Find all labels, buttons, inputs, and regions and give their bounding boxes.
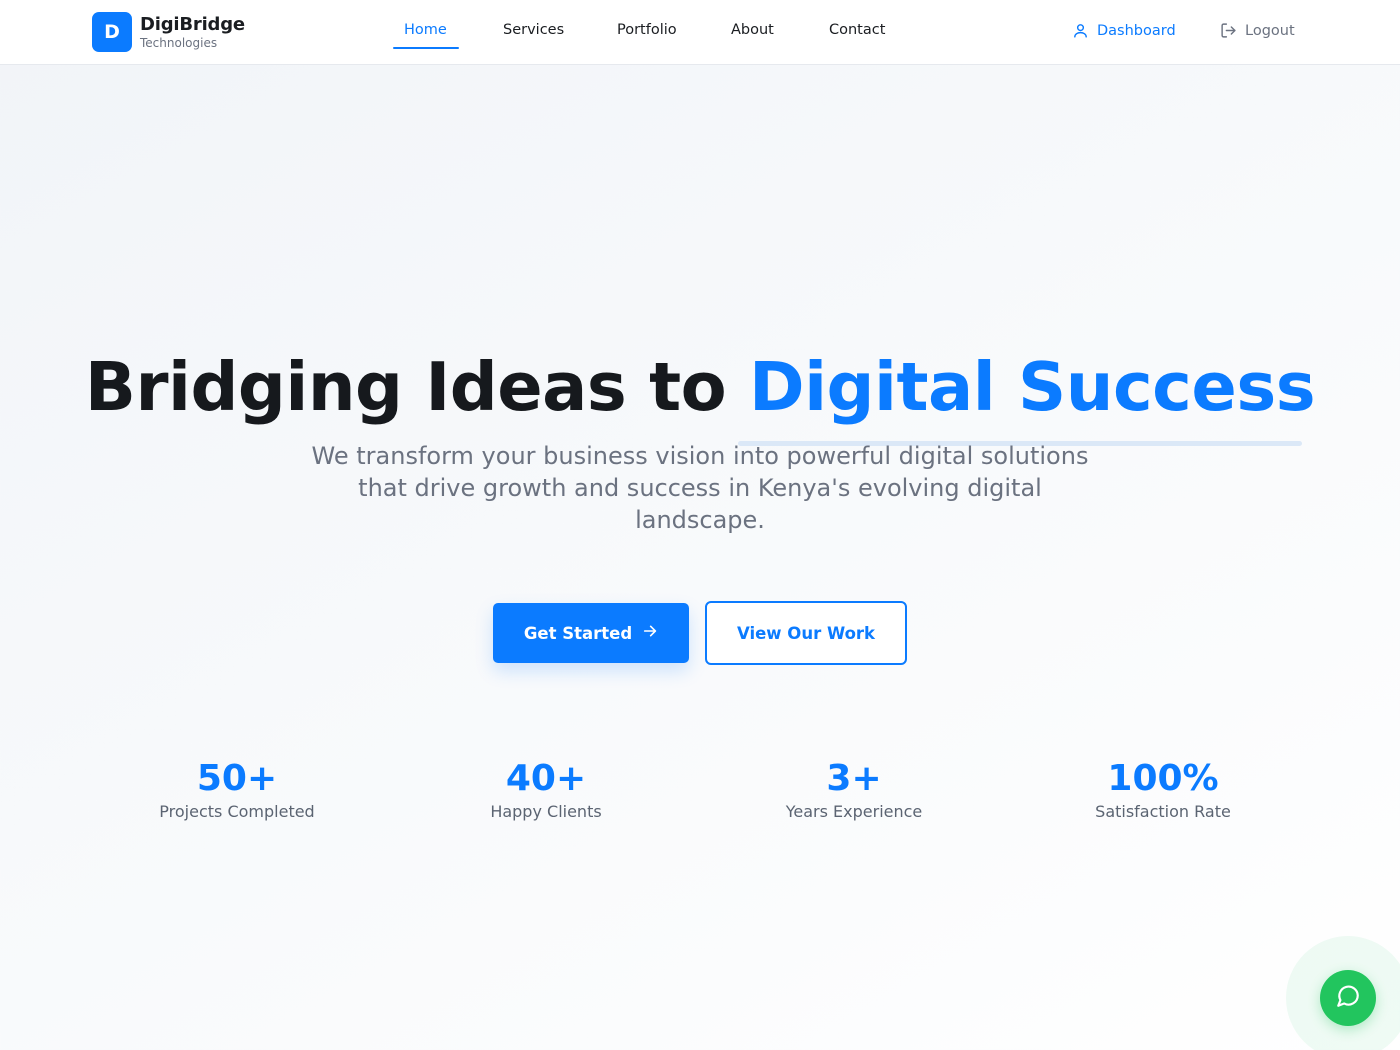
logout-icon [1220,22,1237,39]
logout-link[interactable]: Logout [1220,22,1295,39]
nav-link-contact[interactable]: Contact [829,22,885,38]
arrow-right-icon [642,623,658,643]
hero-title-accent: Digital Success [748,348,1316,426]
chat-button[interactable] [1320,970,1376,1026]
user-icon [1072,22,1089,39]
stat-satisfaction: 100% Satisfaction Rate [1013,757,1313,823]
stat-label: Satisfaction Rate [1095,802,1231,821]
hero-title-main: Bridging Ideas to [84,348,749,426]
dashboard-label: Dashboard [1097,22,1176,39]
nav-link-about[interactable]: About [731,22,774,38]
site-header: D DigiBridge Technologies Home Services … [0,0,1400,65]
hero-subtitle: We transform your business vision into p… [311,442,1089,534]
stat-value: 100% [1107,758,1219,799]
dashboard-link[interactable]: Dashboard [1072,22,1176,39]
nav-link-portfolio[interactable]: Portfolio [617,22,677,38]
stat-experience: 3+ Years Experience [704,757,1004,823]
view-our-work-button[interactable]: View Our Work [705,601,907,665]
stat-projects: 50+ Projects Completed [87,757,387,823]
stat-value: 3+ [826,758,882,799]
brand-tagline: Technologies [140,36,218,50]
stat-clients: 40+ Happy Clients [396,757,696,823]
logout-label: Logout [1245,22,1295,39]
get-started-label: Get Started [523,623,633,643]
nav-active-indicator [393,47,459,49]
chat-bubble-icon [1335,983,1361,1013]
get-started-button[interactable]: Get Started [493,603,689,663]
stat-label: Years Experience [785,802,923,821]
stat-label: Projects Completed [159,802,315,821]
stat-label: Happy Clients [490,802,602,821]
stat-value: 50+ [196,758,278,799]
stat-value: 40+ [505,758,587,799]
brand-logo-mark[interactable]: D [92,12,132,52]
brand-name[interactable]: DigiBridge [140,14,245,35]
nav-link-home[interactable]: Home [404,22,447,38]
nav-link-services[interactable]: Services [503,22,564,38]
hero-title: Bridging Ideas to Digital Success [0,348,1400,426]
